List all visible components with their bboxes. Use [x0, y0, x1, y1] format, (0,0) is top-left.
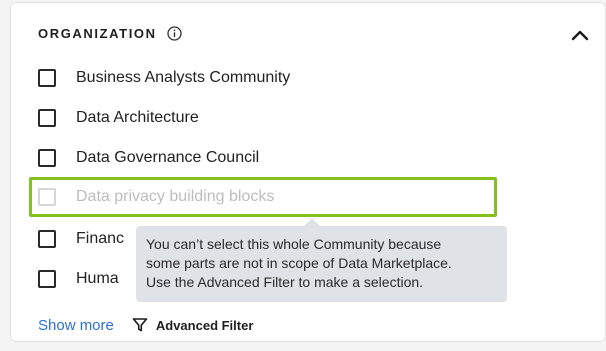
option-label: Data Architecture	[76, 109, 199, 126]
checkbox[interactable]	[38, 109, 56, 127]
filter-icon	[132, 318, 148, 332]
filter-footer: Show more Advanced Filter	[38, 314, 253, 336]
option-label: Data Governance Council	[76, 149, 260, 166]
tooltip-line: some parts are not in scope of Data Mark…	[146, 255, 452, 271]
organization-filter-panel: ORGANIZATION Business Analysts Community…	[10, 2, 606, 342]
tooltip: You can’t select this whole Community be…	[136, 218, 507, 302]
chevron-up-icon	[571, 30, 589, 41]
checkbox[interactable]	[38, 69, 56, 87]
filter-option[interactable]: Financ	[38, 226, 124, 252]
advanced-filter-button[interactable]: Advanced Filter	[132, 317, 254, 333]
tooltip-caret	[304, 218, 320, 226]
checkbox[interactable]	[38, 230, 56, 248]
checkbox[interactable]	[38, 149, 56, 167]
show-more-link[interactable]: Show more	[38, 317, 114, 334]
info-icon[interactable]	[166, 26, 182, 41]
advanced-filter-label: Advanced Filter	[155, 317, 254, 333]
filter-option[interactable]: Data Governance Council	[38, 145, 259, 171]
collapse-button[interactable]	[569, 24, 591, 46]
option-label: Huma	[76, 270, 119, 287]
focus-highlight	[29, 177, 497, 217]
filter-option[interactable]: Business Analysts Community	[38, 65, 290, 91]
filter-option[interactable]: Huma	[38, 266, 119, 292]
tooltip-line: Use the Advanced Filter to make a select…	[146, 274, 424, 290]
filter-title: ORGANIZATION	[38, 26, 157, 41]
option-label: Business Analysts Community	[76, 69, 291, 86]
filter-option[interactable]: Data Architecture	[38, 105, 199, 131]
option-label: Financ	[76, 230, 125, 247]
filter-header: ORGANIZATION	[38, 26, 182, 41]
tooltip-line: You can’t select this whole Community be…	[146, 236, 442, 252]
checkbox[interactable]	[38, 270, 56, 288]
